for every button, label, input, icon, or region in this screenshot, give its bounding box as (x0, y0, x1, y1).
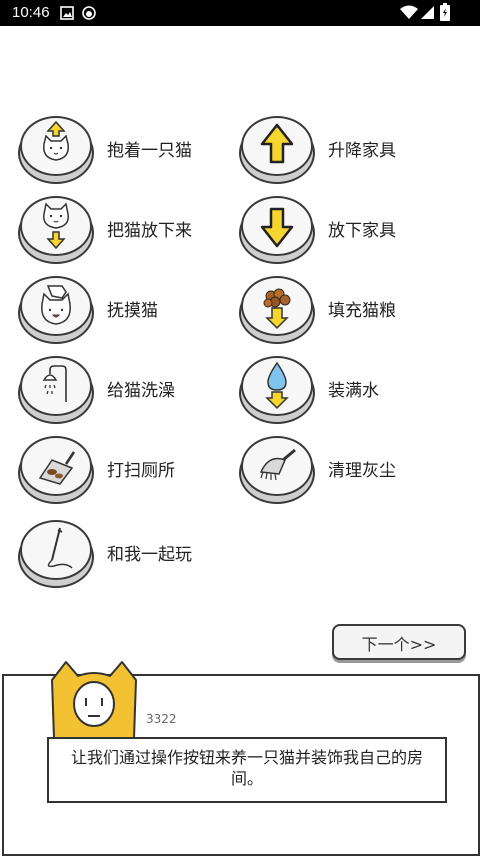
app-icon (82, 6, 96, 20)
shower-icon (42, 365, 67, 402)
hold-cat-label: 抱着一只猫 (107, 141, 192, 161)
action-put-down-furniture[interactable]: 放下家具 (221, 196, 431, 266)
action-hold-cat[interactable]: 抱着一只猫 (0, 116, 210, 186)
clean-dust-label: 清理灰尘 (328, 461, 396, 481)
litter-scoop-icon (38, 451, 76, 485)
bathe-cat-button[interactable] (18, 356, 94, 424)
action-play-with-me[interactable]: 和我一起玩 (0, 520, 210, 590)
cat-up-icon (43, 120, 69, 161)
play-with-me-label: 和我一起玩 (107, 545, 192, 565)
put-down-furniture-label: 放下家具 (328, 221, 396, 241)
cat-food-icon (263, 288, 291, 330)
action-clean-litter[interactable]: 打扫厕所 (0, 436, 210, 506)
dust-brush-icon (259, 448, 296, 481)
clean-litter-label: 打扫厕所 (107, 461, 175, 481)
play-with-me-button[interactable] (18, 520, 94, 588)
water-drop-icon (265, 361, 289, 410)
put-down-cat-button[interactable] (18, 196, 94, 264)
fill-food-button[interactable] (239, 276, 315, 344)
cat-down-icon (43, 202, 69, 250)
raise-furniture-label: 升降家具 (328, 141, 396, 161)
action-clean-dust[interactable]: 清理灰尘 (221, 436, 431, 506)
bathe-cat-label: 给猫洗澡 (107, 381, 175, 401)
hold-cat-button[interactable] (18, 116, 94, 184)
put-down-cat-label: 把猫放下来 (107, 221, 192, 241)
arrow-down-icon (260, 207, 294, 248)
next-button-label: 下一个>> (361, 635, 437, 654)
game-area: 抱着一只猫 升降家具 把猫放下来 放下家具 抚摸猫 填充猫粮 给猫洗澡 装满水 … (0, 26, 480, 856)
speaker-name: 3322 (146, 712, 177, 726)
status-time: 10:46 (12, 4, 50, 21)
action-raise-furniture[interactable]: 升降家具 (221, 116, 431, 186)
pet-cat-button[interactable] (18, 276, 94, 344)
arrow-up-icon (260, 123, 294, 164)
mascot-avatar (51, 661, 137, 739)
raise-furniture-button[interactable] (239, 116, 315, 184)
cat-teaser-icon (47, 527, 73, 569)
put-down-furniture-button[interactable] (239, 196, 315, 264)
action-bathe-cat[interactable]: 给猫洗澡 (0, 356, 210, 426)
dialog-message: 让我们通过操作按钮来养一只猫并装饰我自己的房间。 (70, 748, 423, 788)
action-put-down-cat[interactable]: 把猫放下来 (0, 196, 210, 266)
clean-litter-button[interactable] (18, 436, 94, 504)
signal-icon (421, 6, 434, 19)
clean-dust-button[interactable] (239, 436, 315, 504)
status-bar: 10:46 (0, 0, 480, 26)
action-fill-food[interactable]: 填充猫粮 (221, 276, 431, 346)
fill-food-label: 填充猫粮 (328, 301, 396, 321)
message-box: 让我们通过操作按钮来养一只猫并装饰我自己的房间。 (47, 737, 447, 803)
action-pet-cat[interactable]: 抚摸猫 (0, 276, 210, 346)
pet-cat-icon (41, 285, 71, 325)
fill-water-button[interactable] (239, 356, 315, 424)
image-icon (60, 6, 74, 20)
next-button[interactable]: 下一个>> (332, 624, 466, 660)
pet-cat-label: 抚摸猫 (107, 301, 158, 321)
battery-icon (440, 3, 450, 21)
action-fill-water[interactable]: 装满水 (221, 356, 431, 426)
wifi-icon (400, 5, 418, 19)
fill-water-label: 装满水 (328, 381, 379, 401)
